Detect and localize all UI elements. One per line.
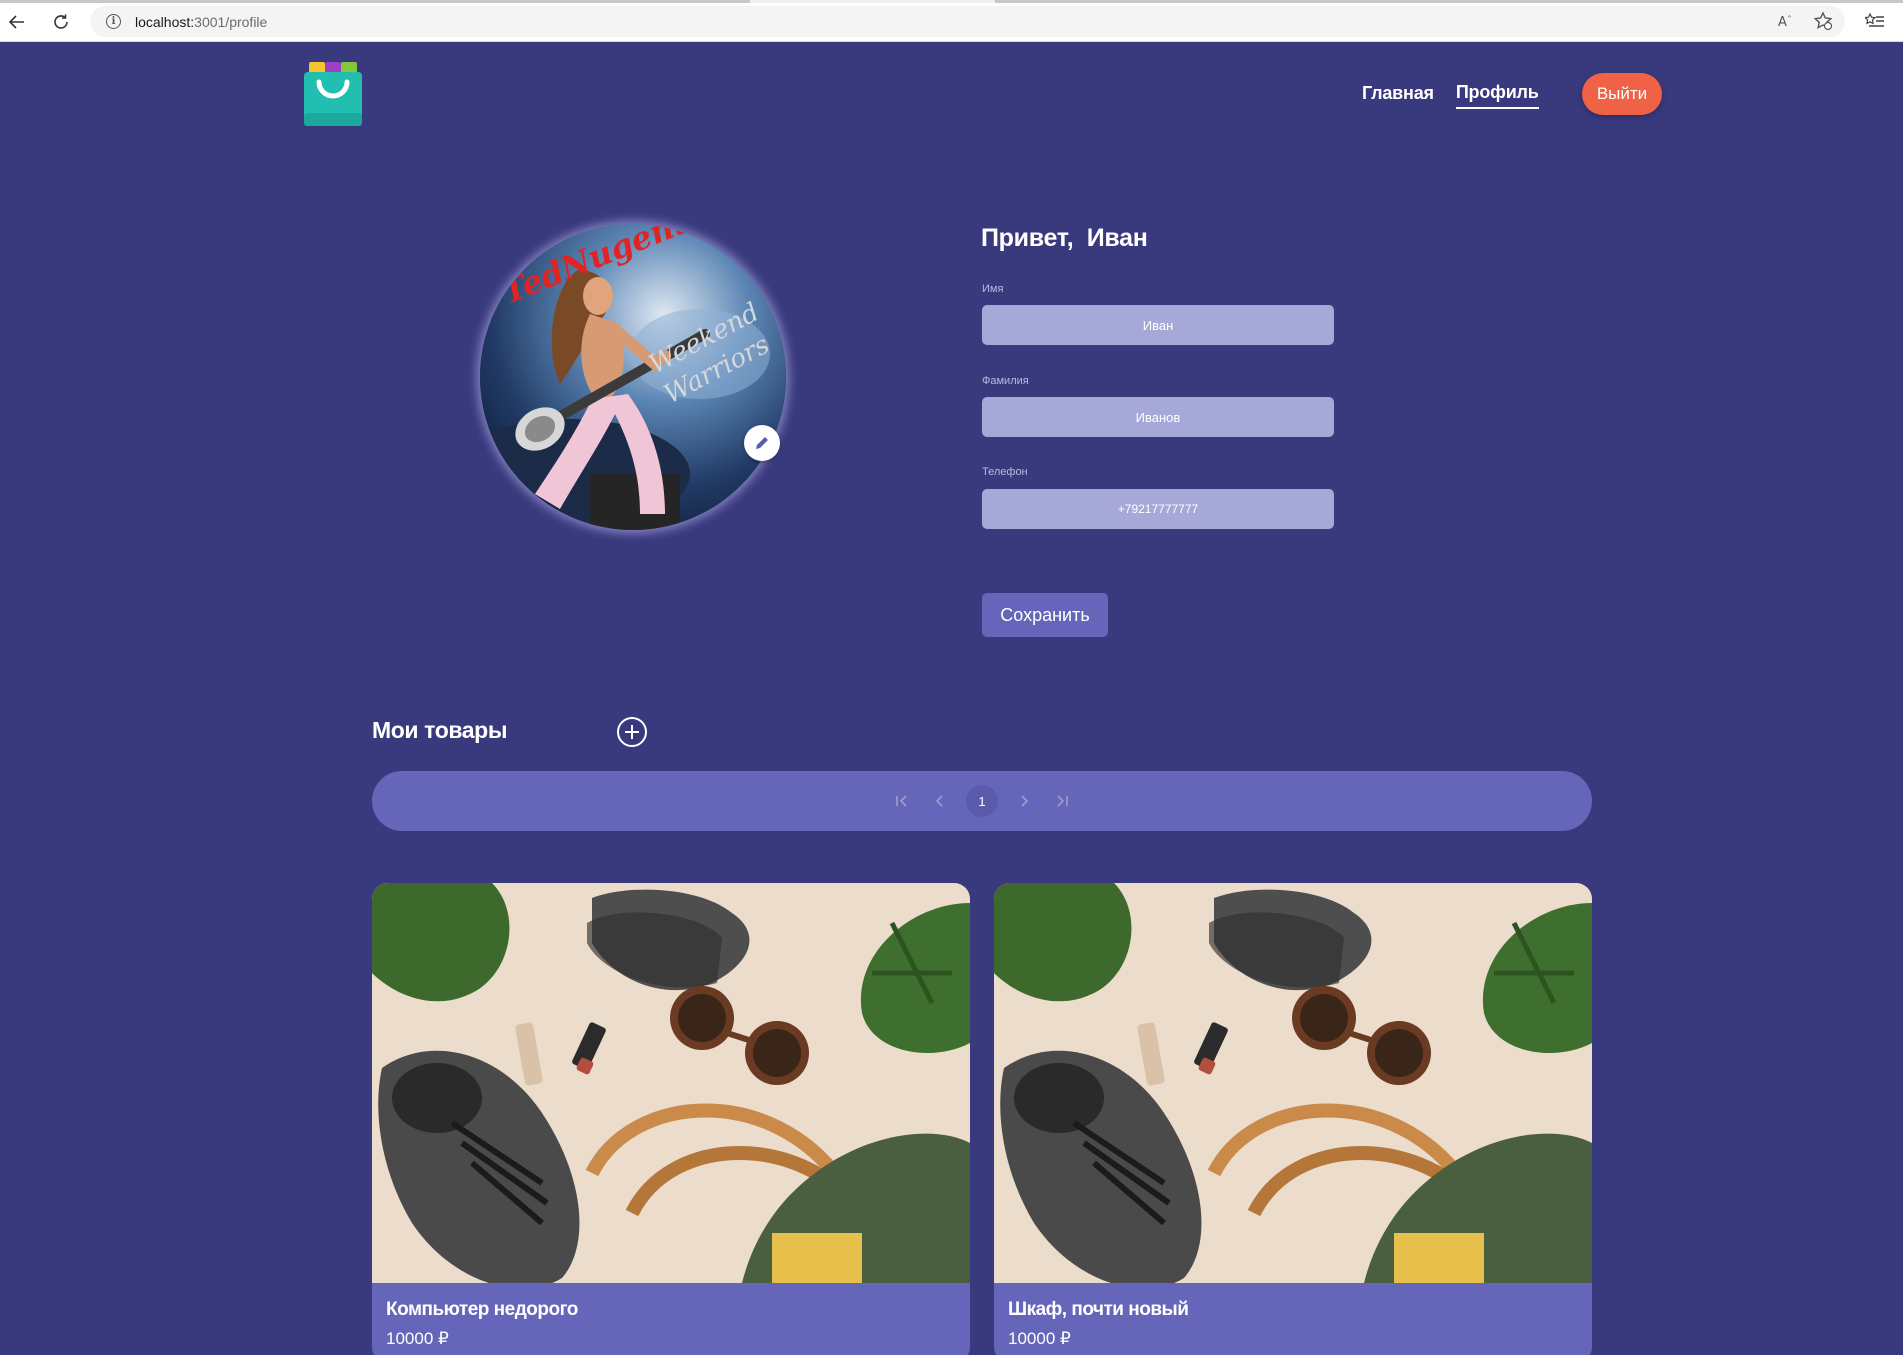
svg-text:ᴬ: ᴬ <box>1788 14 1791 22</box>
save-button[interactable]: Сохранить <box>982 593 1108 637</box>
address-bar[interactable]: i localhost: 3001/profile <box>90 6 1845 37</box>
product-photo <box>372 883 970 1283</box>
product-price: 10000 ₽ <box>1008 1329 1071 1348</box>
browser-toolbar: i localhost: 3001/profile Aᴬ <box>0 0 1903 42</box>
favorites-list-icon[interactable] <box>1864 10 1886 32</box>
phone-input[interactable] <box>982 489 1334 529</box>
main-nav: Главная Профиль <box>1362 82 1539 109</box>
nav-home-link[interactable]: Главная <box>1362 83 1434 108</box>
shop-logo[interactable] <box>304 61 364 127</box>
product-title: Компьютер недорого <box>386 1299 578 1320</box>
prev-page-icon[interactable] <box>928 789 952 813</box>
svg-text:A: A <box>1778 15 1787 29</box>
first-name-input[interactable] <box>982 305 1334 345</box>
edit-avatar-button[interactable] <box>744 425 780 461</box>
nav-profile-link[interactable]: Профиль <box>1455 82 1539 109</box>
last-page-icon[interactable] <box>1050 789 1074 813</box>
product-title: Шкаф, почти новый <box>1008 1299 1189 1320</box>
last-name-input[interactable] <box>982 397 1334 437</box>
back-icon[interactable] <box>4 9 30 35</box>
product-price: 10000 ₽ <box>386 1329 449 1348</box>
add-item-button[interactable] <box>617 717 647 747</box>
first-page-icon[interactable] <box>890 789 914 813</box>
plus-circle-icon <box>625 725 639 739</box>
url-host: localhost: <box>135 13 195 30</box>
first-name-label: Имя <box>982 283 1004 295</box>
pencil-icon <box>756 437 768 449</box>
tab-strip <box>0 0 1903 3</box>
logout-button[interactable]: Выйти <box>1582 73 1662 115</box>
next-page-icon[interactable] <box>1012 789 1036 813</box>
my-goods-title: Мои товары <box>372 717 508 743</box>
url-path: 3001/profile <box>194 13 268 30</box>
product-photo <box>994 883 1592 1283</box>
pagination-bar: 1 <box>372 771 1592 831</box>
info-icon[interactable]: i <box>106 14 121 29</box>
favorite-star-icon[interactable] <box>1812 10 1834 32</box>
phone-label: Телефон <box>982 466 1028 478</box>
last-name-label: Фамилия <box>982 375 1029 387</box>
profile-avatar[interactable]: TedNugent Weekend Warriors <box>480 224 786 530</box>
product-card[interactable]: Компьютер недорого 10000 ₽ <box>372 883 970 1355</box>
product-card[interactable]: Шкаф, почти новый 10000 ₽ <box>994 883 1592 1355</box>
page-button-current[interactable]: 1 <box>966 785 998 817</box>
reload-icon[interactable] <box>48 9 74 35</box>
read-aloud-icon[interactable]: Aᴬ <box>1776 10 1798 32</box>
greeting-title: Привет, Иван <box>981 224 1148 252</box>
